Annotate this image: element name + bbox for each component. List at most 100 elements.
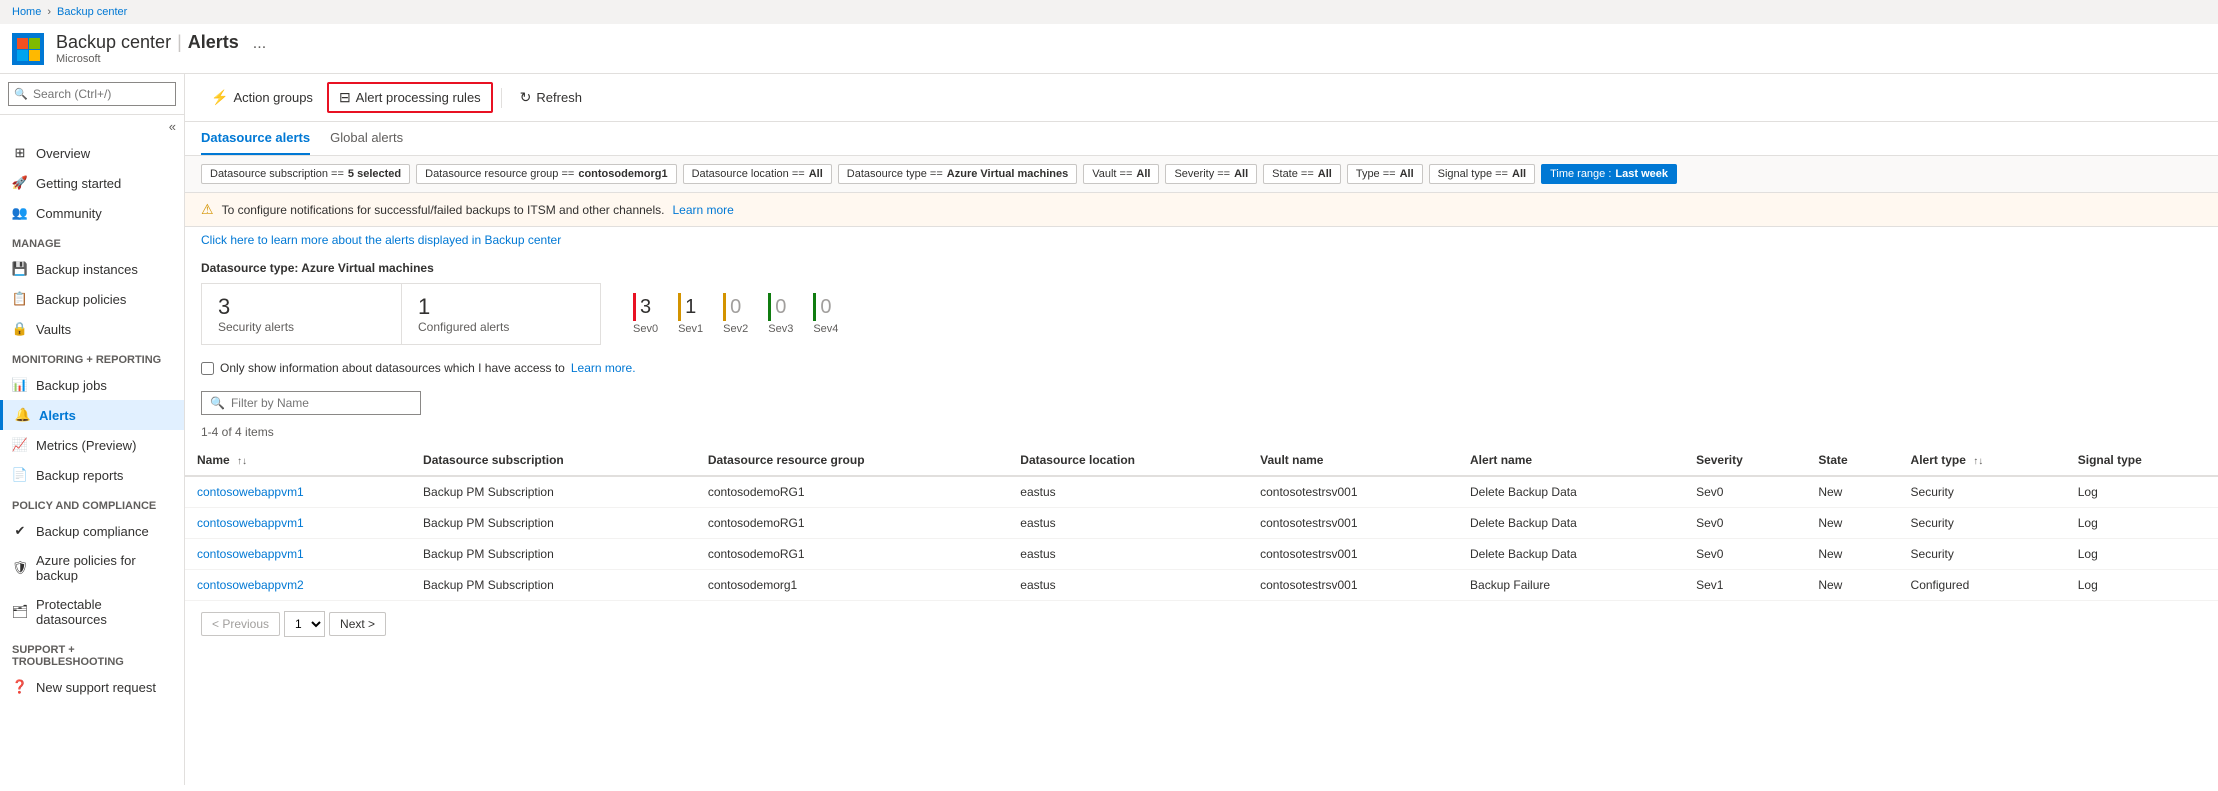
sidebar-item-backup-compliance[interactable]: ✔ Backup compliance bbox=[0, 516, 184, 546]
toolbar-separator bbox=[501, 88, 502, 108]
sidebar-item-backup-jobs[interactable]: 📊 Backup jobs bbox=[0, 370, 184, 400]
cell-subscription-3: Backup PM Subscription bbox=[411, 570, 696, 601]
col-header-name[interactable]: Name ↑↓ bbox=[185, 445, 411, 476]
community-icon: 👥 bbox=[12, 205, 28, 221]
sidebar-item-metrics[interactable]: 📈 Metrics (Preview) bbox=[0, 430, 184, 460]
page-number-select[interactable]: 1 bbox=[284, 611, 325, 637]
breadcrumb-section[interactable]: Backup center bbox=[57, 6, 127, 18]
info-banner-text: To configure notifications for successfu… bbox=[222, 203, 665, 217]
learn-more-link[interactable]: Click here to learn more about the alert… bbox=[201, 233, 561, 247]
sidebar-item-overview[interactable]: ⊞ Overview bbox=[0, 138, 184, 168]
sidebar-item-backup-reports[interactable]: 📄 Backup reports bbox=[0, 460, 184, 490]
next-page-label: Next > bbox=[340, 617, 375, 631]
col-header-severity: Severity bbox=[1684, 445, 1806, 476]
app-logo-icon bbox=[12, 33, 44, 65]
sidebar-item-azure-policies[interactable]: 🛡 Azure policies for backup bbox=[0, 546, 184, 590]
cell-alert-name-1: Delete Backup Data bbox=[1458, 508, 1684, 539]
backup-reports-icon: 📄 bbox=[12, 467, 28, 483]
cell-signal-type-2: Log bbox=[2066, 539, 2218, 570]
filter-resource-group[interactable]: Datasource resource group == contosodemo… bbox=[416, 164, 676, 184]
alert-processing-rules-button[interactable]: ⊟ Alert processing rules bbox=[327, 82, 493, 113]
sidebar-label-overview: Overview bbox=[36, 146, 90, 161]
sidebar-label-vaults: Vaults bbox=[36, 322, 71, 337]
sidebar-item-getting-started[interactable]: 🚀 Getting started bbox=[0, 168, 184, 198]
alert-processing-label: Alert processing rules bbox=[356, 90, 481, 105]
refresh-button[interactable]: ↻ Refresh bbox=[510, 84, 592, 111]
action-groups-label: Action groups bbox=[233, 90, 313, 105]
sidebar-item-backup-instances[interactable]: 💾 Backup instances bbox=[0, 254, 184, 284]
filter-signal-type[interactable]: Signal type == All bbox=[1429, 164, 1535, 184]
col-header-alert-name: Alert name bbox=[1458, 445, 1684, 476]
datasource-access-checkbox[interactable] bbox=[201, 362, 214, 375]
filter-time-range[interactable]: Time range : Last week bbox=[1541, 164, 1677, 184]
cell-alert-type-2: Security bbox=[1899, 539, 2066, 570]
next-page-button[interactable]: Next > bbox=[329, 612, 386, 636]
cell-location-2: eastus bbox=[1008, 539, 1248, 570]
filter-location[interactable]: Datasource location == All bbox=[683, 164, 832, 184]
sidebar-item-community[interactable]: 👥 Community bbox=[0, 198, 184, 228]
table-row[interactable]: contosowebappvm1 Backup PM Subscription … bbox=[185, 508, 2218, 539]
filter-name-input[interactable] bbox=[231, 396, 412, 410]
new-support-icon: ❓ bbox=[12, 679, 28, 695]
sidebar-item-backup-policies[interactable]: 📋 Backup policies bbox=[0, 284, 184, 314]
filters-container: Datasource subscription == 5 selected Da… bbox=[185, 156, 2218, 193]
col-header-alert-type[interactable]: Alert type ↑↓ bbox=[1899, 445, 2066, 476]
filter-vault[interactable]: Vault == All bbox=[1083, 164, 1159, 184]
search-input[interactable] bbox=[8, 82, 176, 106]
datasource-type-label: Datasource type: Azure Virtual machines bbox=[201, 261, 2202, 275]
table-row[interactable]: contosowebappvm2 Backup PM Subscription … bbox=[185, 570, 2218, 601]
severity-bar-sev1: 1 Sev1 bbox=[678, 293, 703, 335]
filter-datasource-type[interactable]: Datasource type == Azure Virtual machine… bbox=[838, 164, 1077, 184]
backup-jobs-icon: 📊 bbox=[12, 377, 28, 393]
action-groups-button[interactable]: ⚡ Action groups bbox=[201, 84, 323, 111]
filter-type[interactable]: Type == All bbox=[1347, 164, 1423, 184]
cell-name-3[interactable]: contosowebappvm2 bbox=[185, 570, 411, 601]
cell-name-2[interactable]: contosowebappvm1 bbox=[185, 539, 411, 570]
cell-vault-0: contosotestrsv001 bbox=[1248, 476, 1458, 508]
sidebar-item-protectable[interactable]: 🗂 Protectable datasources bbox=[0, 590, 184, 634]
collapse-sidebar-button[interactable]: « bbox=[0, 115, 184, 138]
checkbox-row: Only show information about datasources … bbox=[185, 353, 2218, 383]
cell-state-1: New bbox=[1806, 508, 1898, 539]
sidebar-label-azure-policies: Azure policies for backup bbox=[36, 553, 172, 583]
cell-name-0[interactable]: contosowebappvm1 bbox=[185, 476, 411, 508]
filter-name-row: 🔍 bbox=[185, 383, 2218, 423]
breadcrumb-home[interactable]: Home bbox=[12, 6, 41, 18]
table-row[interactable]: contosowebappvm1 Backup PM Subscription … bbox=[185, 476, 2218, 508]
cell-severity-0: Sev0 bbox=[1684, 476, 1806, 508]
checkbox-learn-link[interactable]: Learn more. bbox=[571, 361, 636, 375]
sidebar-item-new-support[interactable]: ❓ New support request bbox=[0, 672, 184, 702]
severity-bar-sev3: 0 Sev3 bbox=[768, 293, 793, 335]
cell-resource-group-0: contosodemoRG1 bbox=[696, 476, 1008, 508]
azure-policies-icon: 🛡 bbox=[12, 560, 28, 576]
sidebar-item-alerts[interactable]: 🔔 Alerts bbox=[0, 400, 184, 430]
ellipsis-button[interactable]: ... bbox=[253, 35, 266, 53]
severity-bar-sev4: 0 Sev4 bbox=[813, 293, 838, 335]
app-title: Backup center bbox=[56, 32, 171, 53]
severity-bars: 3 Sev0 1 Sev1 0 Sev2 0 Sev3 0 bbox=[617, 293, 854, 335]
overview-icon: ⊞ bbox=[12, 145, 28, 161]
cell-vault-2: contosotestrsv001 bbox=[1248, 539, 1458, 570]
items-count: 1-4 of 4 items bbox=[185, 423, 2218, 445]
cell-name-1[interactable]: contosowebappvm1 bbox=[185, 508, 411, 539]
filter-state[interactable]: State == All bbox=[1263, 164, 1341, 184]
cell-state-0: New bbox=[1806, 476, 1898, 508]
table-container: Name ↑↓ Datasource subscription Datasour… bbox=[185, 445, 2218, 601]
tab-global[interactable]: Global alerts bbox=[330, 122, 403, 155]
prev-page-button[interactable]: < Previous bbox=[201, 612, 280, 636]
filter-subscription[interactable]: Datasource subscription == 5 selected bbox=[201, 164, 410, 184]
cell-subscription-0: Backup PM Subscription bbox=[411, 476, 696, 508]
severity-bar-sev2: 0 Sev2 bbox=[723, 293, 748, 335]
filter-severity[interactable]: Severity == All bbox=[1165, 164, 1257, 184]
sidebar-item-vaults[interactable]: 🔒 Vaults bbox=[0, 314, 184, 344]
protectable-icon: 🗂 bbox=[12, 604, 28, 620]
section-monitoring: Monitoring + reporting bbox=[0, 344, 184, 370]
table-header-row: Name ↑↓ Datasource subscription Datasour… bbox=[185, 445, 2218, 476]
cell-signal-type-3: Log bbox=[2066, 570, 2218, 601]
cell-location-3: eastus bbox=[1008, 570, 1248, 601]
col-header-subscription: Datasource subscription bbox=[411, 445, 696, 476]
tab-datasource[interactable]: Datasource alerts bbox=[201, 122, 310, 155]
info-banner-link[interactable]: Learn more bbox=[672, 203, 733, 217]
sidebar-label-alerts: Alerts bbox=[39, 408, 76, 423]
table-row[interactable]: contosowebappvm1 Backup PM Subscription … bbox=[185, 539, 2218, 570]
